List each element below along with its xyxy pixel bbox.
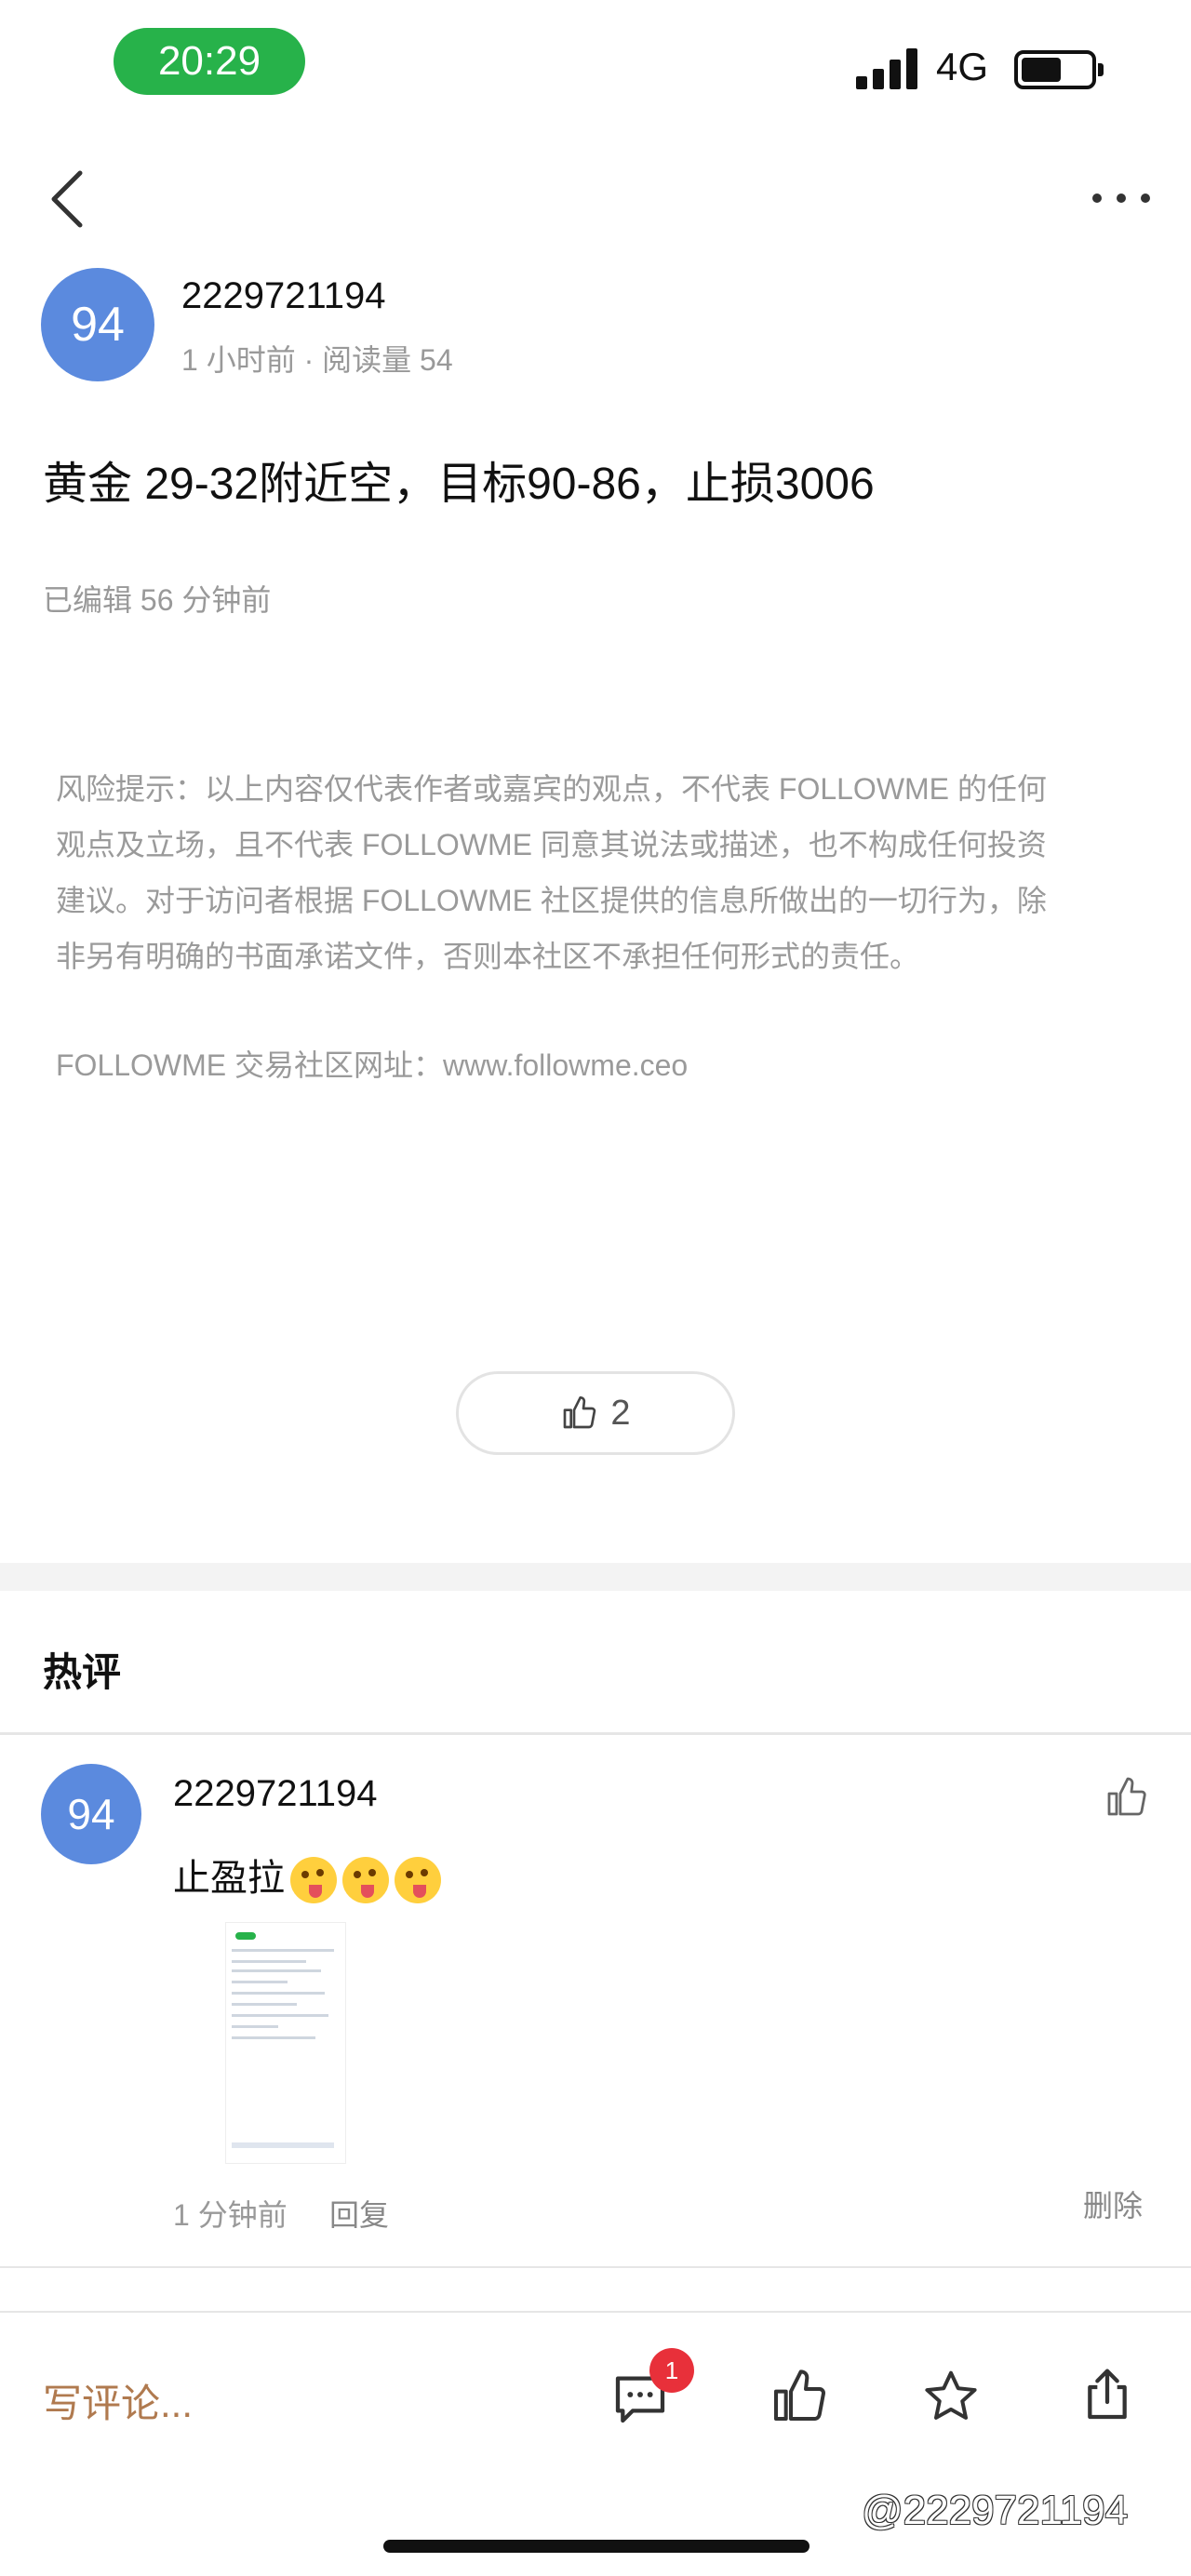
like-count: 2 (610, 1393, 631, 1433)
divider (0, 2266, 1191, 2268)
winking-tongue-emoji-icon (395, 1857, 441, 1904)
comment-author[interactable]: 2229721194 (173, 1773, 378, 1815)
thumbs-up-icon (1107, 1777, 1146, 1816)
divider (0, 1732, 1191, 1735)
thumbs-up-icon (774, 2369, 826, 2421)
disclaimer-line: 风险提示：以上内容仅代表作者或嘉宾的观点，不代表 FOLLOWME 的任何 (56, 772, 1047, 806)
comment-count-badge: 1 (649, 2348, 694, 2393)
disclaimer-line: 观点及立场，且不代表 FOLLOWME 同意其说法或描述，也不构成任何投资 (56, 828, 1047, 861)
disclaimer-line: 非另有明确的书面承诺文件，否则本社区不承担任何形式的责任。 (56, 940, 920, 973)
author-name[interactable]: 2229721194 (181, 275, 386, 317)
comment-text: 止盈拉 (173, 1848, 441, 1904)
comment-like-button[interactable] (1104, 1775, 1148, 1820)
like-button[interactable]: 2 (456, 1371, 735, 1455)
winking-tongue-emoji-icon (290, 1857, 337, 1904)
like-post-button[interactable] (769, 2367, 828, 2426)
edited-time: 已编辑 56 分钟前 (43, 583, 272, 617)
author-avatar[interactable]: 94 (41, 268, 154, 381)
section-separator (0, 1563, 1191, 1591)
back-button[interactable] (47, 169, 91, 229)
bottom-bar-divider (0, 2311, 1191, 2313)
comment-image-thumbnail[interactable] (225, 1922, 346, 2164)
watermark: @2229721194 (862, 2488, 1129, 2533)
post-meta: 1 小时前 · 阅读量 54 (181, 343, 453, 377)
share-button[interactable] (1077, 2365, 1137, 2424)
comment-text-body: 止盈拉 (173, 1858, 285, 1899)
chevron-left-icon (51, 170, 83, 228)
winking-tongue-emoji-icon (342, 1857, 389, 1904)
home-indicator (383, 2540, 810, 2553)
disclaimer-line: 建议。对于访问者根据 FOLLOWME 社区提供的信息所做出的一切行为，除 (56, 884, 1047, 917)
comment-avatar[interactable]: 94 (41, 1764, 141, 1864)
comment-time: 1 分钟前 (173, 2198, 288, 2232)
delete-button[interactable]: 删除 (1083, 2182, 1143, 2225)
write-comment-input[interactable]: 写评论... (43, 2372, 193, 2429)
reply-button[interactable]: 回复 (329, 2192, 389, 2235)
status-time: 20:29 (114, 28, 305, 95)
share-icon (1088, 2369, 1127, 2420)
hot-comments-title: 热评 (43, 1650, 122, 1694)
more-button[interactable] (1089, 186, 1154, 208)
battery-icon (1014, 50, 1104, 89)
site-url-text: FOLLOWME 交易社区网址：www.followme.ceo (56, 1048, 689, 1082)
post-title: 黄金 29-32附近空，目标90-86，止损3006 (43, 460, 875, 509)
thumbs-up-icon (564, 1396, 596, 1429)
signal-icon (856, 47, 921, 89)
network-type: 4G (936, 45, 989, 88)
star-icon (925, 2370, 977, 2420)
risk-disclaimer: 风险提示：以上内容仅代表作者或嘉宾的观点，不代表 FOLLOWME 的任何 观点… (56, 761, 1135, 984)
favorite-button[interactable] (921, 2367, 981, 2426)
